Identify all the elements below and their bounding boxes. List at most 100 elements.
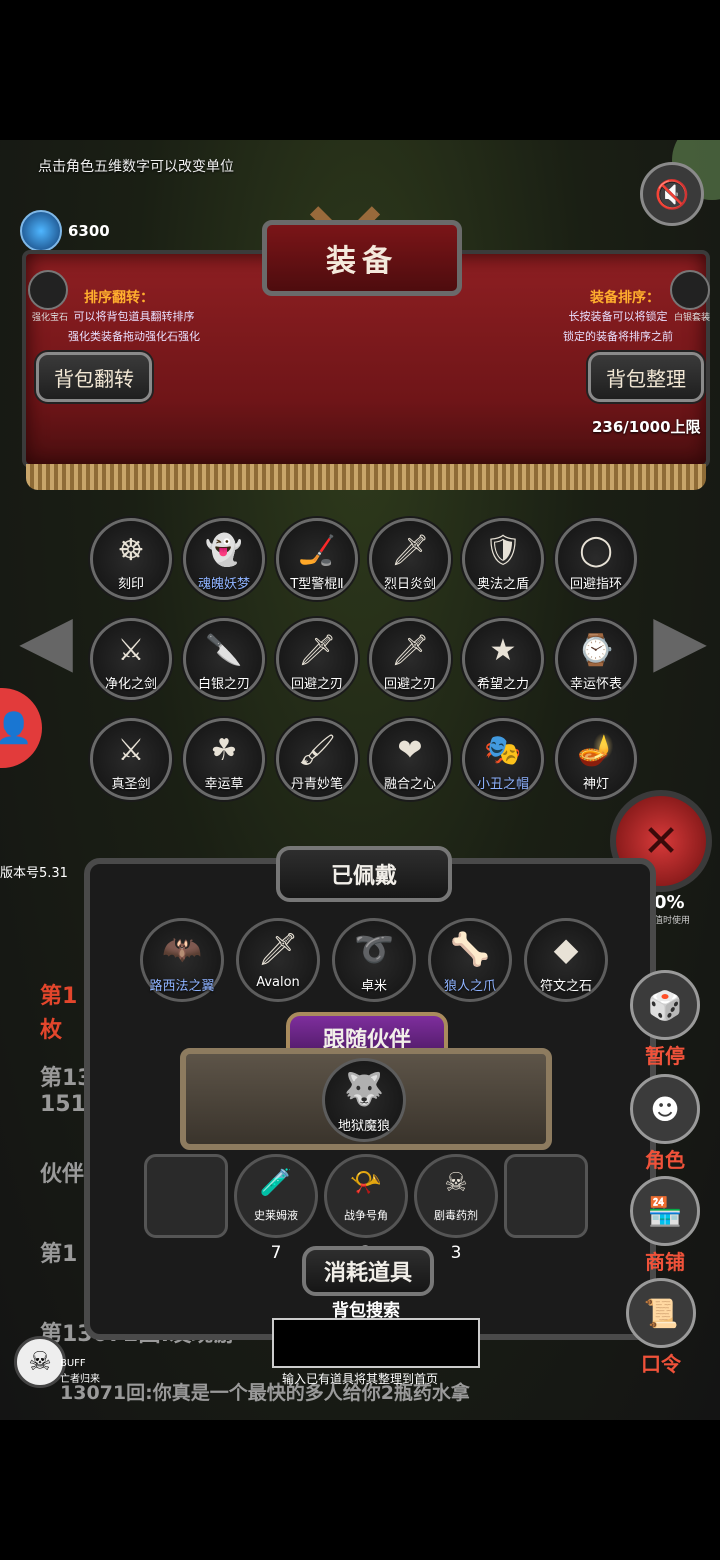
pocket-watch-icon: ⌚ <box>577 632 615 668</box>
buff-sub: 亡者归来 <box>60 1374 100 1385</box>
menu-shop[interactable]: 🏪 商铺 <box>630 1176 700 1275</box>
consumable-label: 史莱姆液 <box>254 1209 298 1222</box>
inventory-slot[interactable]: 🗡 回避之刃 <box>276 618 358 700</box>
inventory-item-label: 净化之剑 <box>104 677 157 692</box>
inventory-slot[interactable]: 🏒 T型警棍Ⅱ <box>276 518 358 600</box>
inventory-item-label: 白银之刃 <box>197 677 250 692</box>
sort-flip-line2: 强化类装备拖动强化石强化 <box>68 330 200 343</box>
companion-label: 地狱魔狼 <box>337 1119 390 1134</box>
empty-consumable-slot[interactable] <box>144 1154 228 1238</box>
equipped-slot[interactable]: 🗡 Avalon <box>236 918 320 1002</box>
inventory-slot[interactable]: 🖌 丹青妙笔 <box>276 718 358 800</box>
bag-organize-button[interactable]: 背包整理 <box>588 352 704 402</box>
spirit-girl-icon: 👻 <box>205 532 243 568</box>
dagger-icon: 🗡 <box>297 632 337 668</box>
buff-skull-icon[interactable]: ☠ <box>14 1336 66 1388</box>
next-page-arrow[interactable]: ▶ <box>640 570 720 710</box>
bag-search-input[interactable] <box>272 1318 480 1368</box>
inventory-slot[interactable]: ★ 希望之力 <box>462 618 544 700</box>
consumables-title: 消耗道具 <box>302 1246 434 1296</box>
consumable-slot[interactable]: 📯战争号角3 <box>324 1154 408 1263</box>
equipped-title: 已佩戴 <box>276 846 452 902</box>
mute-button[interactable]: 🔇 <box>640 162 704 226</box>
inventory-item-label: 丹青妙笔 <box>290 777 343 792</box>
log-line: 151 <box>40 1092 86 1117</box>
equipped-slot[interactable]: 🦇 路西法之翼 <box>140 918 224 1002</box>
inventory-slot[interactable]: ⌚ 幸运怀表 <box>555 618 637 700</box>
ring-icon: ◯ <box>579 532 613 568</box>
consumable-slot[interactable]: ☠ 剧毒药剂 3 <box>414 1154 498 1263</box>
equipped-item-label: 路西法之翼 <box>149 979 215 994</box>
consumable-slot[interactable]: 🧪 史莱姆液 7 <box>234 1154 318 1263</box>
equipped-item-label: 卓米 <box>360 979 387 994</box>
sword-icon: ⚔ <box>117 632 145 668</box>
inventory-item-label: 融合之心 <box>383 777 436 792</box>
inventory-slot[interactable]: ☘ 幸运草 <box>183 718 265 800</box>
consumable-label: 战争号角 <box>344 1209 388 1222</box>
bag-flip-button[interactable]: 背包翻转 <box>36 352 152 402</box>
log-line: 伙伴 <box>40 1162 85 1187</box>
prev-page-arrow[interactable]: ◀ <box>6 570 86 710</box>
inventory-item-label: 刻印 <box>117 577 144 592</box>
star-icon: ★ <box>489 632 517 668</box>
equipped-row: 🦇 路西法之翼 🗡 Avalon ➰ 卓米 🦴 狼人之爪 ◆ 符文之石 <box>140 918 608 1018</box>
equip-sort-info: 装备排序： <box>590 287 660 307</box>
log-line: 枚 <box>40 1018 63 1043</box>
inventory-slot[interactable]: ☸ 刻印 <box>90 518 172 600</box>
inventory-item-label: 魂魄妖梦 <box>197 577 250 592</box>
inventory-slot[interactable]: 👻 魂魄妖梦 <box>183 518 265 600</box>
inventory-slot[interactable]: ⚔ 净化之剑 <box>90 618 172 700</box>
dice-icon: 🎲 <box>630 970 700 1040</box>
whip-icon: ➰ <box>354 930 394 968</box>
hooded-figure-icon: ☻ <box>630 1074 700 1144</box>
inventory-slot[interactable]: 🗡 烈日炎剑 <box>369 518 451 600</box>
menu-password-label: 口令 <box>641 1352 681 1376</box>
flame-sword-icon: 🗡 <box>390 532 430 568</box>
equip-sort-desc: 长按装备可以将锁定 锁定的装备将排序之前 <box>548 308 688 344</box>
inventory-slot[interactable]: 🗡 回避之刃 <box>369 618 451 700</box>
game-screen: 点击角色五维数字可以改变单位 🔇 6300 ✕ 装备 强化宝石 白银套装 排序翻… <box>0 140 720 1420</box>
poison-icon: ☠ <box>444 1168 468 1198</box>
menu-pause[interactable]: 🎲 暂停 <box>630 970 700 1069</box>
consumable-label: 剧毒药剂 <box>434 1209 478 1222</box>
inventory-slot[interactable]: ◯ 回避指环 <box>555 518 637 600</box>
heart-icon: ❤ <box>397 732 423 768</box>
equipped-slot[interactable]: 🦴 狼人之爪 <box>428 918 512 1002</box>
inventory-item-label: 小丑之帽 <box>476 777 529 792</box>
seal-icon: ☸ <box>117 532 145 568</box>
menu-character-label: 角色 <box>645 1148 685 1172</box>
companion-slot[interactable]: 🐺 地狱魔狼 <box>322 1058 406 1142</box>
buff-label: BUFF <box>60 1358 86 1369</box>
horn-icon: 📯 <box>349 1168 383 1198</box>
equipped-slot[interactable]: ➰ 卓米 <box>332 918 416 1002</box>
enhance-gem-icon <box>28 270 68 310</box>
equipment-title: 装备 <box>262 220 462 296</box>
inventory-slot[interactable]: 🎭 小丑之帽 <box>462 718 544 800</box>
hell-wolf-icon: 🐺 <box>344 1070 384 1108</box>
scabbard-icon: 🗡 <box>257 930 299 968</box>
inventory-item-label: T型警棍Ⅱ <box>290 577 344 592</box>
rune-stone-icon: ◆ <box>553 930 579 968</box>
inventory-item-label: 真圣剑 <box>111 777 151 792</box>
equipped-item-label: 符文之石 <box>539 979 592 994</box>
equipped-slot[interactable]: ◆ 符文之石 <box>524 918 608 1002</box>
inventory-slot[interactable]: 🪔 神灯 <box>555 718 637 800</box>
equip-sort-line2: 锁定的装备将排序之前 <box>563 330 673 343</box>
inventory-slot[interactable]: 🛡 奥法之盾 <box>462 518 544 600</box>
dagger-icon: 🗡 <box>390 632 430 668</box>
version-label: 版本号5.31 <box>0 866 68 881</box>
log-line: 第1 <box>40 1242 78 1267</box>
inventory-slot[interactable]: ⚔ 真圣剑 <box>90 718 172 800</box>
empty-consumable-slot[interactable] <box>504 1154 588 1238</box>
sort-flip-info: 排序翻转： <box>84 287 154 307</box>
resource-bar: 6300 <box>20 210 110 252</box>
shield-icon: 🛡 <box>483 532 523 568</box>
menu-password[interactable]: 📜 口令 <box>626 1278 696 1377</box>
blade-icon: 🔪 <box>205 632 243 668</box>
inventory-slot[interactable]: 🔪 白银之刃 <box>183 618 265 700</box>
menu-character[interactable]: ☻ 角色 <box>630 1074 700 1173</box>
bag-capacity: 236/1000上限 <box>592 418 701 436</box>
inventory-slot[interactable]: ❤ 融合之心 <box>369 718 451 800</box>
person-icon: 👤 <box>0 710 33 746</box>
brush-icon: 🖌 <box>297 732 337 768</box>
